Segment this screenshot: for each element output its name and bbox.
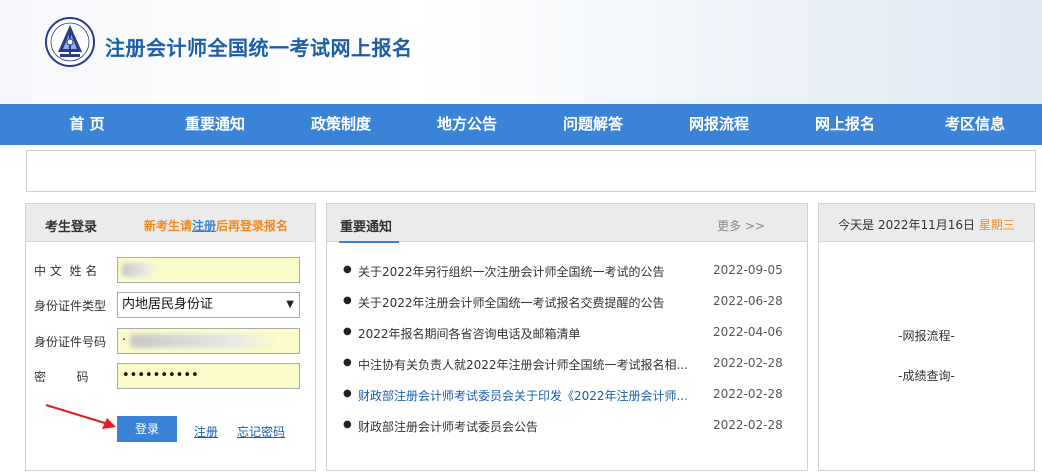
notice-item: ● 中注协有关负责人就2022年注册会计师全国统一考试报名相... 2022-0… — [327, 355, 807, 386]
registration-process-link[interactable]: -网报流程- — [819, 327, 1034, 344]
id-number-value: · — [122, 333, 127, 348]
notice-title-underline — [339, 241, 399, 243]
bullet-icon: ● — [343, 264, 352, 275]
cicpa-logo-icon — [45, 17, 95, 67]
nav-item-local-announcements[interactable]: 地方公告 — [417, 104, 517, 145]
id-type-value: 内地居民身份证 — [122, 297, 214, 312]
notice-link[interactable]: 中注协有关负责人就2022年注册会计师全国统一考试报名相... — [358, 356, 698, 373]
nav-item-home[interactable]: 首 页 — [37, 104, 137, 145]
notice-item: ● 财政部注册会计师考试委员会关于印发《2022年注册会计师... 2022-0… — [327, 386, 807, 417]
login-title: 考生登录 — [45, 220, 98, 235]
weekday: 星期三 — [978, 218, 1015, 232]
bullet-icon: ● — [343, 419, 352, 430]
notice-item: ● 关于2022年注册会计师全国统一考试报名交费提醒的公告 2022-06-28 — [327, 293, 807, 324]
nav-item-notices[interactable]: 重要通知 — [165, 104, 265, 145]
register-link[interactable]: 注册 — [194, 423, 218, 440]
notice-date: 2022-04-06 — [713, 325, 783, 339]
login-panel: 考生登录 新考生请注册后再登录报名 中 文 姓 名 身份证件类型 内地居民身份证… — [25, 203, 316, 471]
id-type-label: 身份证件类型 — [34, 299, 107, 313]
login-panel-header: 考生登录 新考生请注册后再登录报名 — [26, 204, 315, 242]
id-number-input[interactable]: · — [117, 328, 300, 354]
password-input[interactable]: •••••••••• — [117, 363, 300, 389]
more-link[interactable]: 更多 >> — [717, 217, 765, 234]
select-caret-icon: ▼ — [286, 299, 294, 310]
id-number-row: 身份证件号码 · — [26, 328, 317, 354]
notice-panel-header: 重要通知 更多 >> — [327, 204, 807, 243]
password-label: 密 码 — [34, 370, 89, 384]
notice-link[interactable]: 关于2022年另行组织一次注册会计师全国统一考试的公告 — [358, 263, 698, 280]
nav-item-registration-process[interactable]: 网报流程 — [669, 104, 769, 145]
bullet-icon: ● — [343, 357, 352, 368]
notice-list: ● 关于2022年另行组织一次注册会计师全国统一考试的公告 2022-09-05… — [327, 262, 807, 448]
notice-link[interactable]: 财政部注册会计师考试委员会公告 — [358, 418, 698, 435]
notice-item: ● 关于2022年另行组织一次注册会计师全国统一考试的公告 2022-09-05 — [327, 262, 807, 293]
bullet-icon: ● — [343, 388, 352, 399]
id-number-label: 身份证件号码 — [34, 335, 107, 349]
name-label: 中 文 姓 名 — [34, 264, 98, 278]
notice-date: 2022-02-28 — [713, 387, 783, 401]
red-arrow-icon — [45, 403, 116, 429]
nav-item-faq[interactable]: 问题解答 — [543, 104, 643, 145]
notice-title: 重要通知 — [340, 220, 393, 235]
main-nav: 首 页 重要通知 政策制度 地方公告 问题解答 网报流程 网上报名 考区信息 — [0, 104, 1042, 145]
name-row: 中 文 姓 名 — [26, 257, 317, 283]
date-panel-header: 今天是 2022年11月16日 星期三 — [819, 204, 1034, 242]
hint-register-link[interactable]: 注册 — [192, 219, 216, 233]
date-panel: 今天是 2022年11月16日 星期三 -网报流程- -成绩查询- — [818, 203, 1035, 471]
notice-panel: 重要通知 更多 >> ● 关于2022年另行组织一次注册会计师全国统一考试的公告… — [326, 203, 808, 471]
nav-item-online-registration[interactable]: 网上报名 — [795, 104, 895, 145]
id-type-select[interactable]: 内地居民身份证 ▼ — [117, 292, 300, 318]
notice-date: 2022-02-28 — [713, 356, 783, 370]
site-header: 注册会计师全国统一考试网上报名 — [0, 0, 1042, 104]
forgot-password-link[interactable]: 忘记密码 — [237, 423, 285, 440]
bullet-icon: ● — [343, 326, 352, 337]
login-hint: 新考生请注册后再登录报名 — [144, 217, 288, 234]
nav-item-exam-area-info[interactable]: 考区信息 — [925, 104, 1025, 145]
password-row: 密 码 •••••••••• — [26, 363, 317, 389]
notice-date: 2022-02-28 — [713, 418, 783, 432]
nav-item-policies[interactable]: 政策制度 — [291, 104, 391, 145]
id-type-row: 身份证件类型 内地居民身份证 ▼ — [26, 292, 317, 318]
name-input[interactable] — [117, 257, 300, 283]
score-query-link[interactable]: -成绩查询- — [819, 367, 1034, 384]
notice-date: 2022-09-05 — [713, 263, 783, 277]
notice-link[interactable]: 财政部注册会计师考试委员会关于印发《2022年注册会计师... — [358, 387, 698, 404]
login-button[interactable]: 登录 — [117, 416, 177, 442]
bullet-icon: ● — [343, 295, 352, 306]
notice-item: ● 财政部注册会计师考试委员会公告 2022-02-28 — [327, 417, 807, 448]
notice-link[interactable]: 2022年报名期间各省咨询电话及邮箱清单 — [358, 325, 698, 342]
notice-date: 2022-06-28 — [713, 294, 783, 308]
login-hint-suffix: 后再登录报名 — [216, 219, 289, 233]
banner-box — [26, 150, 1036, 192]
today-date: 今天是 2022年11月16日 星期三 — [819, 216, 1034, 233]
site-title: 注册会计师全国统一考试网上报名 — [105, 36, 413, 60]
notice-item: ● 2022年报名期间各省咨询电话及邮箱清单 2022-04-06 — [327, 324, 807, 355]
notice-link[interactable]: 关于2022年注册会计师全国统一考试报名交费提醒的公告 — [358, 294, 698, 311]
date-text: 今天是 2022年11月16日 — [838, 218, 976, 232]
login-hint-prefix: 新考生请 — [144, 219, 193, 233]
